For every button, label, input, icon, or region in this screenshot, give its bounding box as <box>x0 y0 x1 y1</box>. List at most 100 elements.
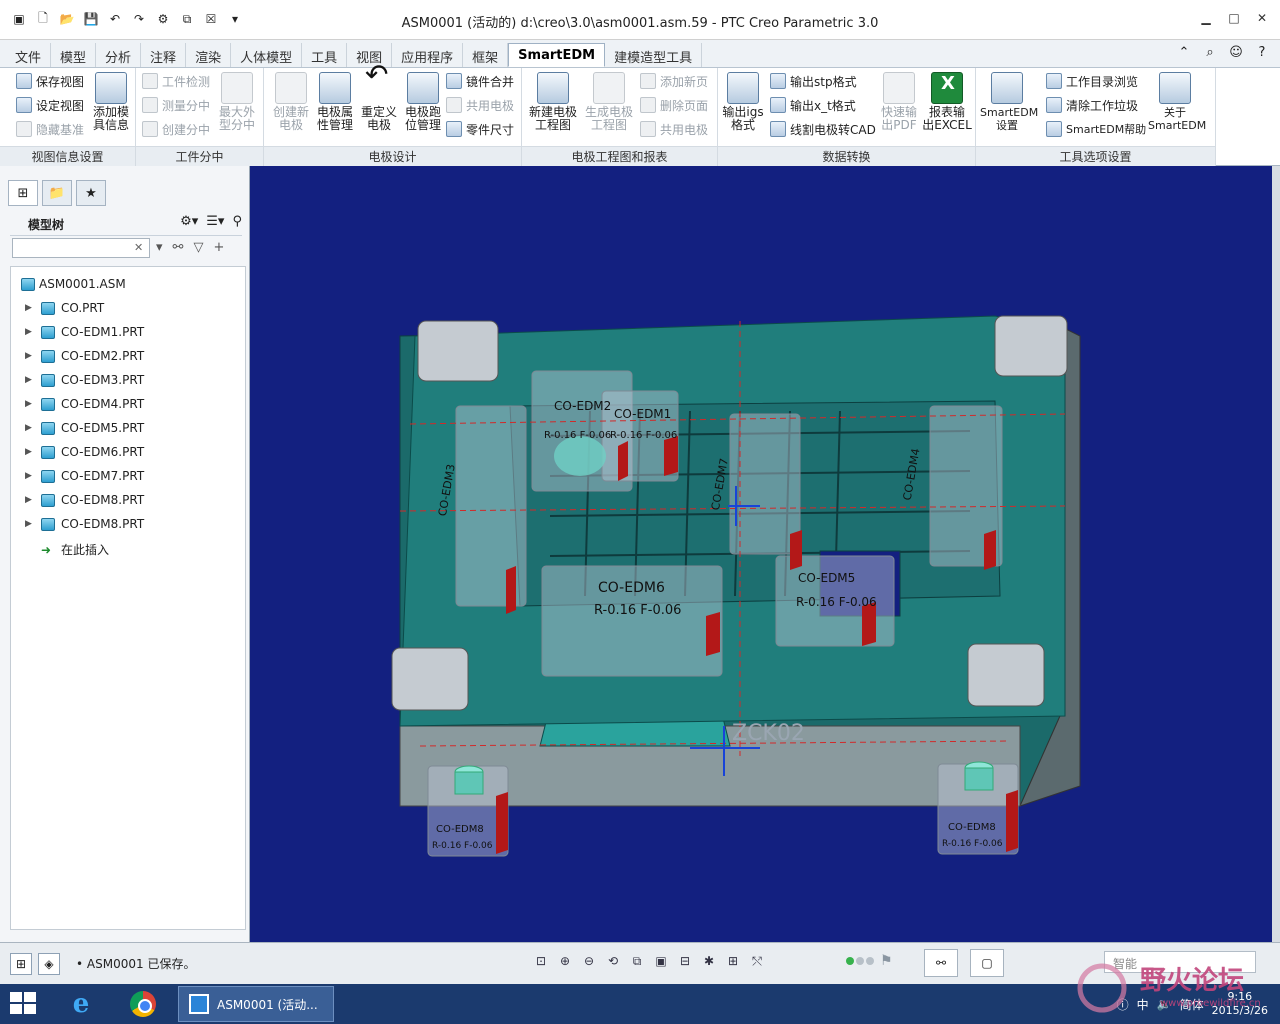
expand-icon[interactable]: ▶ <box>25 303 35 313</box>
add-model-info-button[interactable]: 添加模 具信息 <box>84 72 138 132</box>
search-icon[interactable]: ⌕ <box>1202 44 1218 60</box>
browse-dir-button[interactable]: 工作目录浏览 <box>1046 70 1138 92</box>
spin-center-icon[interactable]: ⤲ <box>748 951 766 971</box>
ie-icon[interactable]: e <box>58 988 104 1020</box>
clear-search-icon[interactable]: ✕ <box>134 241 143 254</box>
expand-icon[interactable]: ▶ <box>25 327 35 337</box>
expand-icon[interactable]: ▶ <box>25 471 35 481</box>
tree-item[interactable]: ▶ CO-EDM4.PRT <box>25 397 144 411</box>
close-icon[interactable]: ✕ <box>1254 10 1270 26</box>
tree-item[interactable]: ▶ CO-EDM8.PRT <box>25 517 144 531</box>
tree-item[interactable]: ▶ CO-EDM1.PRT <box>25 325 144 339</box>
display-style-icon[interactable]: ▣ <box>652 951 670 971</box>
tab-8[interactable]: 应用程序 <box>392 43 464 67</box>
add-page-button[interactable]: 添加新页 <box>640 70 708 92</box>
tree-root[interactable]: ASM0001.ASM <box>21 277 126 291</box>
export-stp-button[interactable]: 输出stp格式 <box>770 70 857 92</box>
dropdown-icon[interactable]: ▾ <box>156 240 163 255</box>
report-excel-button[interactable]: 报表输 出EXCEL <box>920 72 974 132</box>
electrode-position-button[interactable]: 电极跑 位管理 <box>396 72 450 132</box>
minimize-icon[interactable]: ▁ <box>1198 10 1214 26</box>
favorites-tab-icon[interactable]: ★ <box>76 180 106 206</box>
mirror-merge-button[interactable]: 镜件合并 <box>446 70 514 92</box>
smartedm-settings-button[interactable]: SmartEDM 设置 <box>980 72 1038 132</box>
zoom-in-icon[interactable]: ⊕ <box>556 951 574 971</box>
expand-icon[interactable]: ▶ <box>25 351 35 361</box>
delete-page-button[interactable]: 删除页面 <box>640 94 708 116</box>
windows-start-icon[interactable] <box>10 992 38 1016</box>
tab-11[interactable]: 建模造型工具 <box>605 43 703 67</box>
save-view-button[interactable]: 保存视图 <box>16 70 84 92</box>
tree-item[interactable]: ▶ CO-EDM7.PRT <box>25 469 144 483</box>
refit-icon[interactable]: ⊡ <box>532 951 550 971</box>
view-manager-icon[interactable]: ⊟ <box>676 951 694 971</box>
annotation-display-icon[interactable]: ⊞ <box>724 951 742 971</box>
graphics-viewport[interactable]: CO-EDM2 R-0.16 F-0.06 CO-EDM1 R-0.16 F-0… <box>250 166 1272 942</box>
datum-display-icon[interactable]: ✱ <box>700 951 718 971</box>
expand-icon[interactable]: ▶ <box>25 495 35 505</box>
expand-icon[interactable]: ▶ <box>25 399 35 409</box>
tree-item[interactable]: ▶ CO.PRT <box>25 301 104 315</box>
zoom-out-icon[interactable]: ⊖ <box>580 951 598 971</box>
toggle-browser-icon[interactable]: ◈ <box>38 953 60 975</box>
create-center-button[interactable]: 创建分中 <box>142 118 210 140</box>
model-tree-tab-icon[interactable]: ⊞ <box>8 180 38 206</box>
smartedm-help-button[interactable]: SmartEDM帮助 <box>1046 118 1146 140</box>
wire-cut-cad-button[interactable]: 线割电极转CAD <box>770 118 876 140</box>
tab-4[interactable]: 渲染 <box>186 43 232 67</box>
help-icon[interactable]: ? <box>1254 44 1270 60</box>
taskbar-creo-window[interactable]: ASM0001 (活动... <box>178 986 334 1022</box>
find-icon[interactable]: ⚯ <box>924 949 958 977</box>
measure-center-button[interactable]: 测量分中 <box>142 94 210 116</box>
generate-drawing-button[interactable]: 生成电极 工程图 <box>582 72 636 132</box>
tree-item[interactable]: ▶ CO-EDM2.PRT <box>25 349 144 363</box>
select-box-icon[interactable]: ▢ <box>970 949 1004 977</box>
add-icon[interactable]: + <box>213 240 224 255</box>
tab-5[interactable]: 人体模型 <box>231 43 303 67</box>
repaint-icon[interactable]: ⟲ <box>604 951 622 971</box>
saved-orientations-icon[interactable]: ⧉ <box>628 951 646 971</box>
about-smartedm-button[interactable]: 关于 SmartEDM <box>1148 72 1206 132</box>
export-igs-button[interactable]: 输出igs 格式 <box>716 72 770 132</box>
chrome-icon[interactable] <box>120 988 166 1020</box>
tree-item[interactable]: ▶ CO-EDM5.PRT <box>25 421 144 435</box>
part-size-button[interactable]: 零件尺寸 <box>446 118 514 140</box>
max-outline-center-button[interactable]: 最大外 型分中 <box>210 72 264 132</box>
tab-1[interactable]: 模型 <box>51 43 97 67</box>
clear-junk-button[interactable]: 清除工作垃圾 <box>1046 94 1138 116</box>
quick-pdf-button[interactable]: 快速输 出PDF <box>872 72 926 132</box>
tab-9[interactable]: 框架 <box>463 43 509 67</box>
tree-settings-icon[interactable]: ⚙▾ <box>180 214 198 229</box>
tree-columns-icon[interactable]: ☰▾ <box>206 214 224 229</box>
filter-icon[interactable]: ▽ <box>193 240 203 255</box>
insert-here-item[interactable]: ➜ 在此插入 <box>25 541 109 558</box>
viewport-scrollbar[interactable] <box>1272 166 1280 942</box>
tab-3[interactable]: 注释 <box>141 43 187 67</box>
tree-filter-icon[interactable]: ⚲ <box>232 214 242 229</box>
tree-search-input[interactable] <box>12 238 150 258</box>
drawing-share-button[interactable]: 共用电极 <box>640 118 708 140</box>
workpiece-check-button[interactable]: 工件检测 <box>142 70 210 92</box>
expand-icon[interactable]: ▶ <box>25 375 35 385</box>
tab-10[interactable]: SmartEDM <box>508 43 606 67</box>
tree-item[interactable]: ▶ CO-EDM3.PRT <box>25 373 144 387</box>
export-xt-button[interactable]: 输出x_t格式 <box>770 94 856 116</box>
folder-browser-tab-icon[interactable]: 📁 <box>42 180 72 206</box>
tree-item[interactable]: ▶ CO-EDM6.PRT <box>25 445 144 459</box>
expand-icon[interactable]: ▶ <box>25 423 35 433</box>
tab-0[interactable]: 文件 <box>6 43 52 67</box>
flag-icon[interactable]: ⚑ <box>880 953 893 969</box>
tab-6[interactable]: 工具 <box>302 43 348 67</box>
share-electrode-button[interactable]: 共用电极 <box>446 94 514 116</box>
set-view-button[interactable]: 设定视图 <box>16 94 84 116</box>
toggle-navigator-icon[interactable]: ⊞ <box>10 953 32 975</box>
tree-item[interactable]: ▶ CO-EDM8.PRT <box>25 493 144 507</box>
binoculars-icon[interactable]: ⚯ <box>173 240 184 255</box>
maximize-icon[interactable]: □ <box>1226 10 1242 26</box>
expand-icon[interactable]: ▶ <box>25 519 35 529</box>
hide-datum-button[interactable]: 隐藏基准 <box>16 118 84 140</box>
community-icon[interactable]: ☺ <box>1228 44 1244 60</box>
collapse-ribbon-icon[interactable]: ⌃ <box>1176 44 1192 60</box>
new-drawing-button[interactable]: 新建电极 工程图 <box>526 72 580 132</box>
expand-icon[interactable]: ▶ <box>25 447 35 457</box>
